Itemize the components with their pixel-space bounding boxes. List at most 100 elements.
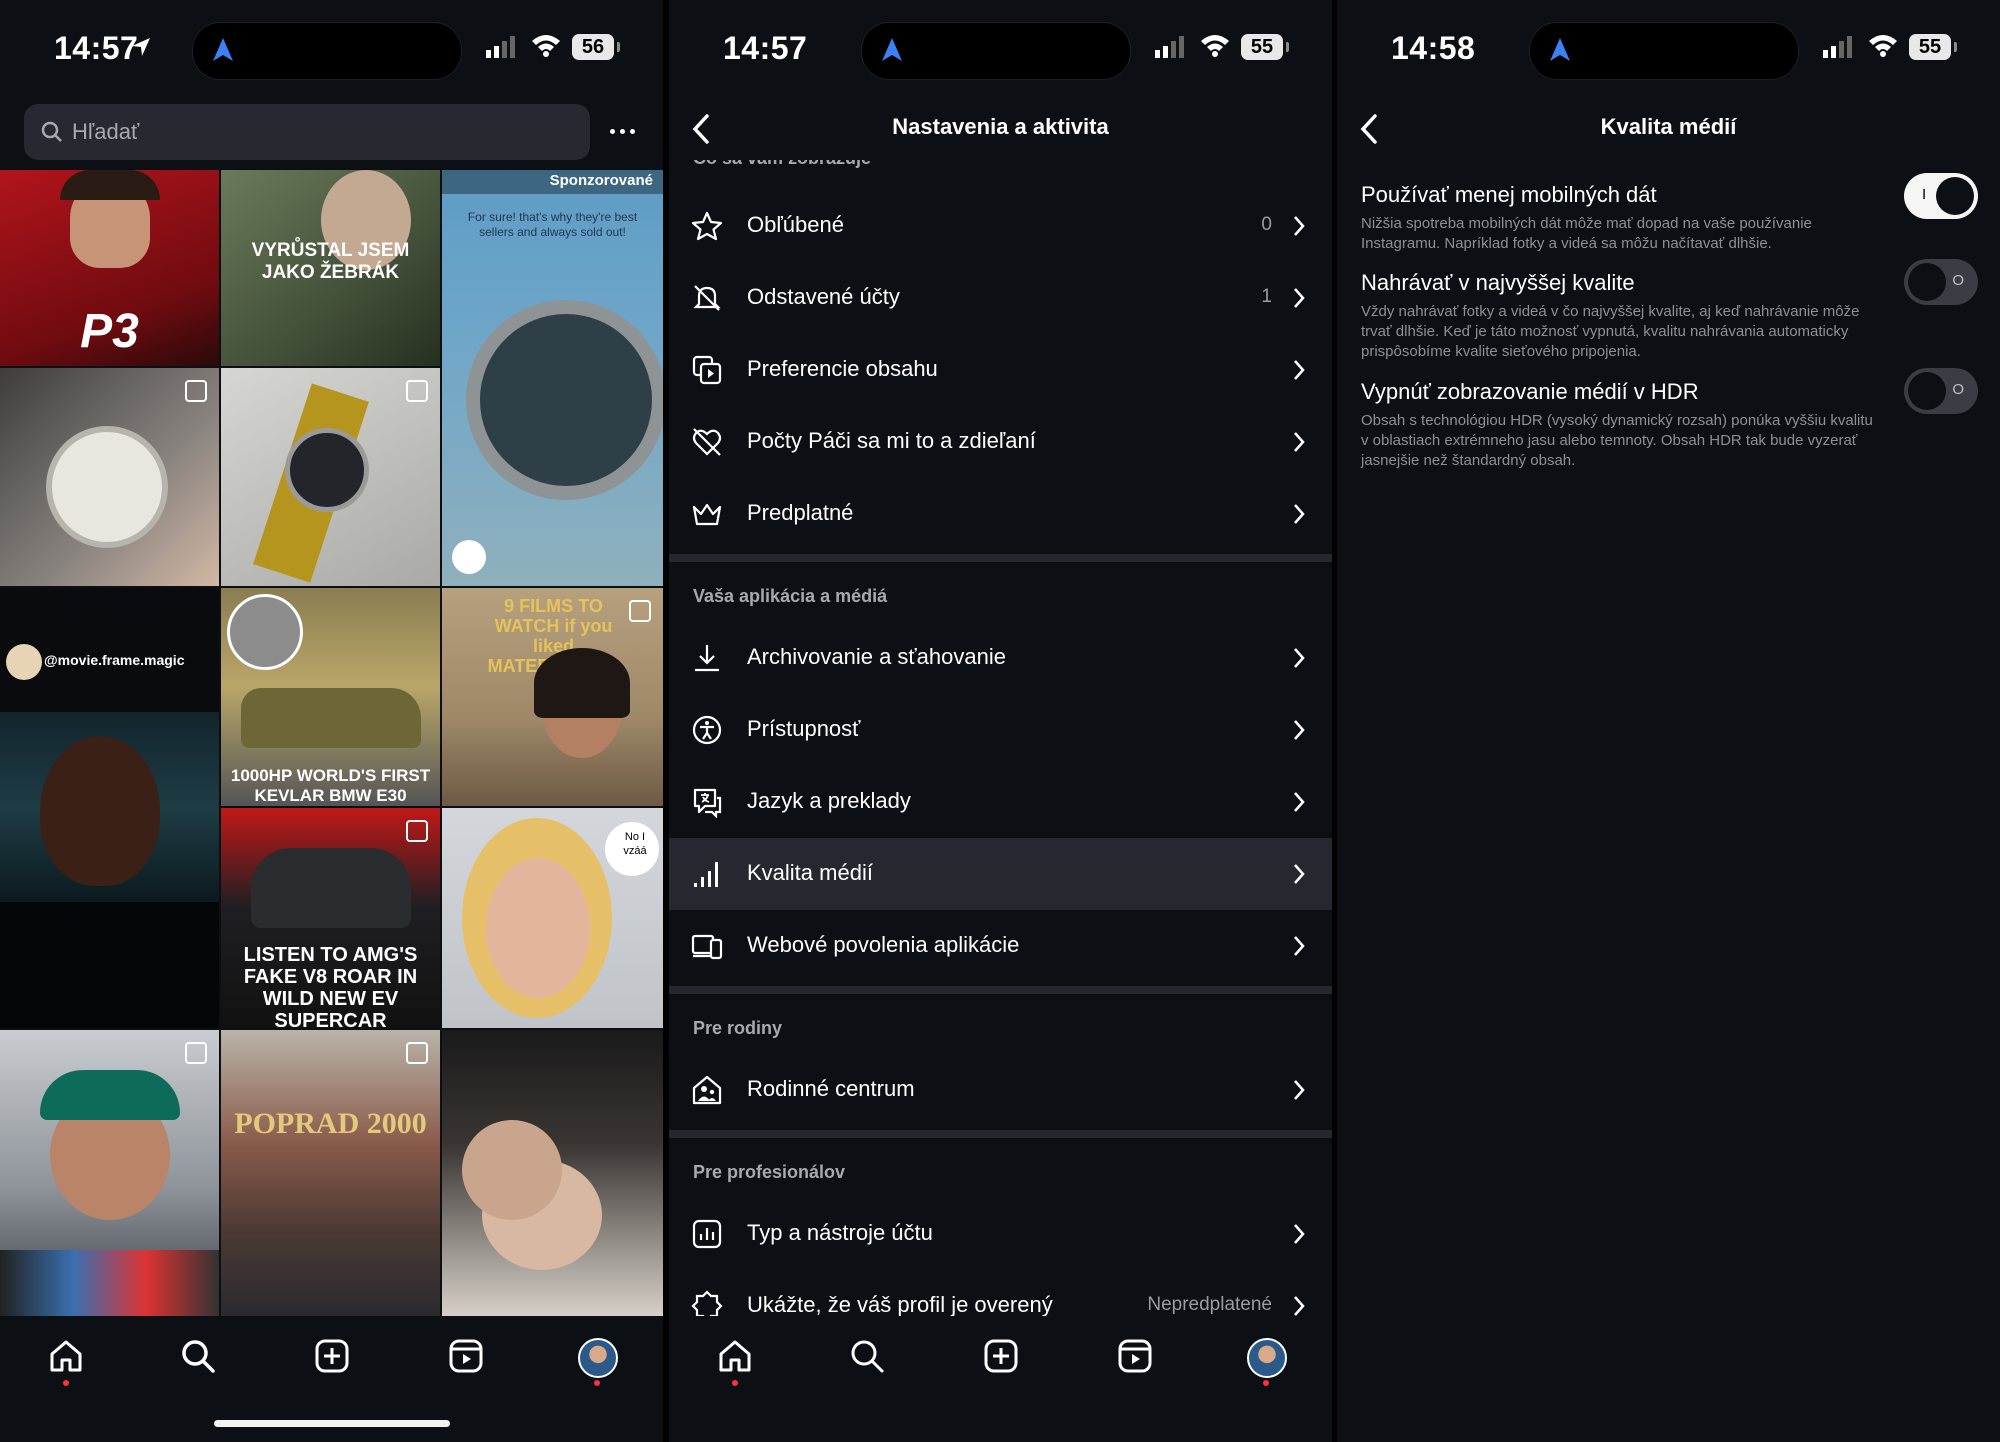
dynamic-island — [192, 22, 462, 80]
search-input[interactable]: Hľadať — [24, 104, 590, 160]
chart-icon — [692, 1219, 722, 1249]
grid-tile-baby[interactable] — [442, 1030, 663, 1316]
more-options-button[interactable] — [606, 117, 640, 147]
item-label: Typ a nástroje účtu — [747, 1220, 933, 1245]
settings-item-like-counts[interactable]: Počty Páči sa mi to a zdieľaní — [669, 406, 1332, 478]
settings-item-archive-download[interactable]: Archivovanie a sťahovanie — [669, 622, 1332, 694]
wifi-icon — [1201, 35, 1229, 57]
item-label: Jazyk a preklady — [747, 788, 911, 813]
chevron-right-icon — [1294, 864, 1305, 884]
search-icon[interactable] — [849, 1338, 885, 1374]
notification-dot — [594, 1380, 600, 1386]
grid-tile-actor[interactable]: @movie.frame.magic — [0, 588, 219, 1028]
item-label: Počty Páči sa mi to a zdieľaní — [747, 428, 1036, 453]
toggle-off-mark-icon: O — [1952, 381, 1964, 398]
home-icon[interactable] — [48, 1338, 84, 1374]
notification-dot — [732, 1380, 738, 1386]
settings-item-accessibility[interactable]: Prístupnosť — [669, 694, 1332, 766]
section-header: Vaša aplikácia a médiá — [693, 586, 888, 606]
tile-caption: POPRAD 2000 — [234, 1107, 427, 1140]
page-title: Kvalita médií — [1600, 114, 1737, 139]
create-icon[interactable] — [314, 1338, 350, 1374]
item-label: Webové povolenia aplikácie — [747, 932, 1020, 957]
home-icon[interactable] — [717, 1338, 753, 1374]
section-divider — [669, 1130, 1332, 1138]
tile-caption: No I vzáá — [623, 831, 647, 857]
notification-dot — [63, 1380, 69, 1386]
settings-item-media-quality[interactable]: Kvalita médií — [669, 838, 1332, 910]
navigation-arrow-icon — [882, 38, 902, 61]
reels-badge-icon — [185, 1042, 207, 1064]
grid-tile-woman[interactable]: 9 FILMS TO WATCH if you liked MATERIALIS… — [442, 588, 663, 806]
status-bar: 14:58 55 — [1337, 0, 2000, 100]
navigation-arrow-icon — [1550, 38, 1570, 61]
option-highest-quality-upload: Nahrávať v najvyššej kvalite Vždy nahráv… — [1361, 270, 1982, 362]
grid-tile-blonde[interactable]: No I vzáá — [442, 808, 663, 1028]
profile-avatar[interactable] — [578, 1338, 618, 1378]
settings-list: Čo sa vám zobrazuje Obľúbené 0 Odstavené… — [669, 160, 1332, 1316]
search-placeholder: Hľadať — [72, 119, 140, 144]
section-divider — [669, 986, 1332, 994]
home-indicator — [214, 1420, 450, 1427]
item-label: Predplatné — [747, 500, 854, 525]
carousel-badge-icon — [406, 380, 428, 402]
settings-item-muted-accounts[interactable]: Odstavené účty 1 — [669, 262, 1332, 334]
chevron-right-icon — [1294, 720, 1305, 740]
settings-item-content-preferences[interactable]: Preferencie obsahu — [669, 334, 1332, 406]
settings-item-account-tools[interactable]: Typ a nástroje účtu — [669, 1198, 1332, 1270]
grid-tile-old-man[interactable]: VYRŮSTAL JSEM JAKO ŽEBRÁK — [221, 170, 440, 366]
status-bar: 14:57 56 — [0, 0, 663, 100]
settings-item-subscriptions[interactable]: Predplatné — [669, 478, 1332, 550]
star-icon — [691, 211, 723, 241]
status-bar: 14:57 55 — [669, 0, 1332, 100]
chevron-right-icon — [1294, 432, 1305, 452]
option-description: Obsah s technológiou HDR (vysoký dynamic… — [1361, 412, 1873, 469]
chevron-right-icon — [1294, 936, 1305, 956]
chevron-right-icon — [1294, 1080, 1305, 1100]
settings-item-family-center[interactable]: Rodinné centrum — [669, 1054, 1332, 1126]
create-icon[interactable] — [983, 1338, 1019, 1374]
option-use-less-data: Používať menej mobilných dát Nižšia spot… — [1361, 182, 1982, 254]
tile-caption: @movie.frame.magic — [44, 652, 185, 668]
grid-tile-amg[interactable]: LISTEN TO AMG'S FAKE V8 ROAR IN WILD NEW… — [221, 808, 440, 1028]
item-label: Prístupnosť — [747, 716, 861, 741]
devices-icon — [691, 934, 723, 960]
chevron-right-icon — [1294, 504, 1305, 524]
grid-tile-watch-blue[interactable]: Sponzorované For sure! that's why they'r… — [442, 170, 663, 586]
settings-item-verified[interactable]: Ukážte, že váš profil je overený Nepredp… — [669, 1270, 1332, 1316]
muted-bell-icon — [693, 285, 721, 311]
settings-item-obľúbené[interactable]: Obľúbené 0 — [669, 190, 1332, 262]
toggle-off-mark-icon: O — [1952, 272, 1964, 289]
grid-tile-watch-yellow[interactable] — [221, 368, 440, 586]
settings-item-web-permissions[interactable]: Webové povolenia aplikácie — [669, 910, 1332, 982]
chevron-right-icon — [1294, 1224, 1305, 1244]
grid-tile-bmw[interactable]: 1000HP WORLD'S FIRST KEVLAR BMW E30 — [221, 588, 440, 806]
search-icon[interactable] — [180, 1338, 216, 1374]
tile-caption: 1000HP WORLD'S FIRST KEVLAR BMW E30 — [230, 766, 431, 805]
media-icon — [692, 355, 722, 385]
grid-tile-watch-chrono[interactable] — [0, 368, 219, 586]
search-icon — [41, 121, 62, 142]
grid-tile-poprad[interactable]: POPRAD 2000 — [221, 1030, 440, 1316]
settings-item-language[interactable]: Jazyk a preklady — [669, 766, 1332, 838]
disable-hdr-toggle[interactable]: O — [1904, 368, 1978, 414]
reels-icon[interactable] — [1117, 1338, 1153, 1374]
navigation-arrow-icon — [213, 38, 233, 61]
dynamic-island — [861, 22, 1131, 80]
heart-off-icon — [692, 428, 722, 456]
battery-indicator: 55 — [1241, 34, 1289, 60]
cellular-signal-icon — [486, 36, 515, 58]
profile-avatar[interactable] — [1247, 1338, 1287, 1378]
use-less-data-toggle[interactable]: I — [1904, 173, 1978, 219]
tile-caption: LISTEN TO AMG'S FAKE V8 ROAR IN WILD NEW… — [243, 944, 418, 1028]
section-divider — [669, 554, 1332, 562]
item-value: 1 — [1261, 286, 1272, 307]
item-label: Archivovanie a sťahovanie — [747, 644, 1006, 669]
grid-tile-f1[interactable]: P3 — [0, 170, 219, 366]
highest-quality-toggle[interactable]: O — [1904, 259, 1978, 305]
grid-tile-racer[interactable] — [0, 1030, 219, 1316]
battery-indicator: 56 — [572, 34, 620, 60]
family-home-icon — [692, 1075, 722, 1105]
reels-icon[interactable] — [448, 1338, 484, 1374]
chevron-right-icon — [1294, 648, 1305, 668]
